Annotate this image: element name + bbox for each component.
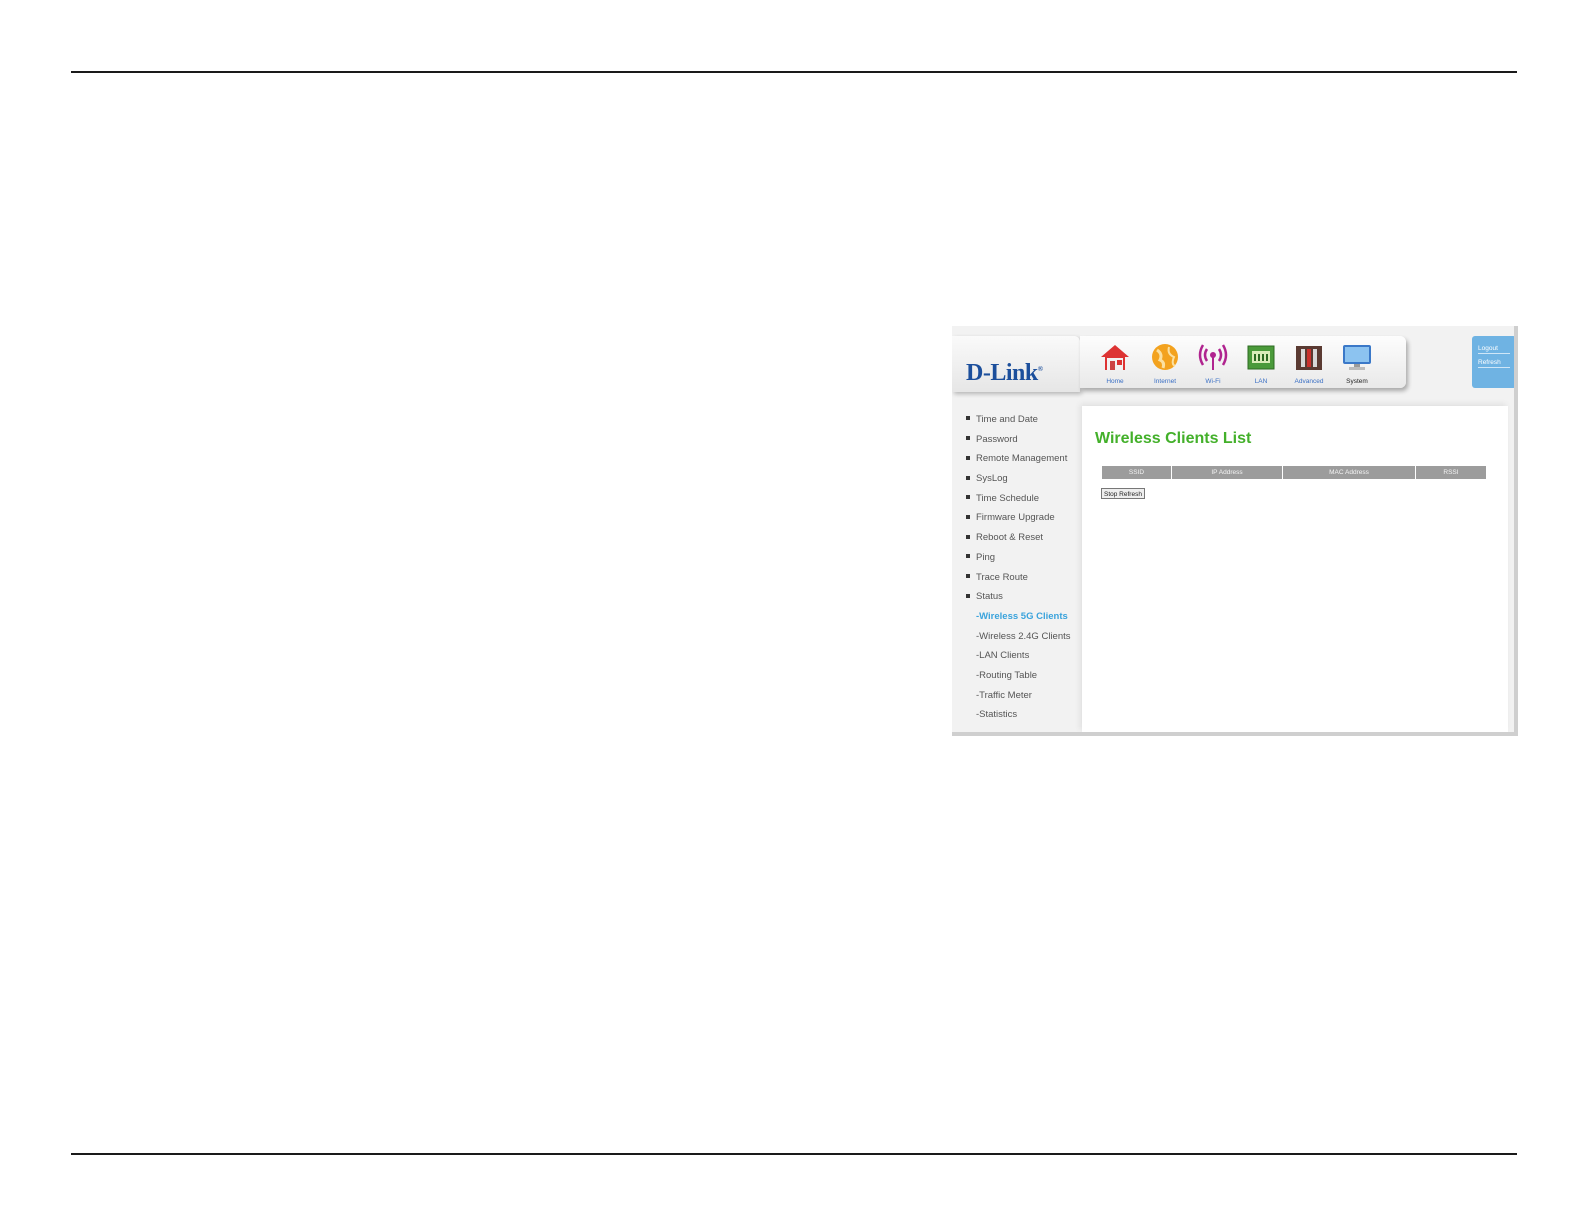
bullet-icon [966,514,970,519]
globe-icon [1152,344,1178,370]
column-header-mac-address: MAC Address [1283,466,1415,479]
bullet-icon [966,436,970,441]
top-nav-bar: Home Internet Wi-Fi LAN Advanced System [1080,336,1406,388]
nav-home[interactable]: Home [1092,342,1138,385]
dlink-logo: D-Link® [966,360,1043,386]
nav-wifi[interactable]: Wi-Fi [1190,342,1236,385]
bullet-icon [966,593,970,598]
logo-tab: D-Link® [952,336,1080,392]
clients-table-header: SSID IP Address MAC Address RSSI [1102,466,1487,479]
main-content: Wireless Clients List SSID IP Address MA… [1082,406,1508,732]
sidebar-item-syslog[interactable]: SysLog [966,469,1071,489]
column-header-ssid: SSID [1102,466,1171,479]
sidebar-item-remote-management[interactable]: Remote Management [966,449,1071,469]
sidebar-item-time-schedule[interactable]: Time Schedule [966,489,1071,509]
sidebar-item-password[interactable]: Password [966,430,1071,450]
bottom-rule [71,1153,1517,1155]
sidebar-menu: Time and Date Password Remote Management… [966,410,1071,725]
bullet-icon [966,475,970,480]
wifi-icon [1198,344,1228,370]
sidebar-subitem-wireless-24g-clients[interactable]: -Wireless 2.4G Clients [966,627,1071,647]
sidebar-item-trace-route[interactable]: Trace Route [966,568,1071,588]
tools-icon [1296,346,1322,370]
sidebar-subitem-routing-table[interactable]: -Routing Table [966,666,1071,686]
top-rule [71,71,1517,73]
monitor-icon [1343,345,1371,370]
refresh-link[interactable]: Refresh [1478,359,1510,368]
bullet-icon [966,416,970,421]
sidebar-subitem-wireless-5g-clients[interactable]: -Wireless 5G Clients [966,607,1071,627]
stop-refresh-button[interactable]: Stop Refresh [1101,488,1145,499]
nav-lan[interactable]: LAN [1238,342,1284,385]
sidebar-item-reboot-reset[interactable]: Reboot & Reset [966,528,1071,548]
bullet-icon [966,573,970,578]
lan-icon [1247,345,1275,370]
logout-link[interactable]: Logout [1478,345,1510,354]
bullet-icon [966,455,970,460]
bullet-icon [966,554,970,559]
sidebar-subitem-traffic-meter[interactable]: -Traffic Meter [966,686,1071,706]
nav-system[interactable]: System [1334,342,1380,385]
home-icon [1101,345,1129,370]
account-panel: Logout Refresh [1472,336,1514,388]
bullet-icon [966,495,970,500]
column-header-ip-address: IP Address [1172,466,1282,479]
sidebar-subitem-lan-clients[interactable]: -LAN Clients [966,646,1071,666]
nav-internet[interactable]: Internet [1142,342,1188,385]
sidebar-item-firmware-upgrade[interactable]: Firmware Upgrade [966,508,1071,528]
sidebar-item-time-and-date[interactable]: Time and Date [966,410,1071,430]
router-ui-screenshot: D-Link® Home Internet Wi-Fi LAN Advanced… [952,326,1518,736]
sidebar-item-status[interactable]: Status [966,587,1071,607]
column-header-rssi: RSSI [1416,466,1486,479]
bullet-icon [966,534,970,539]
nav-advanced[interactable]: Advanced [1286,342,1332,385]
page-title: Wireless Clients List [1095,430,1252,447]
sidebar-subitem-statistics[interactable]: -Statistics [966,705,1071,725]
sidebar-item-ping[interactable]: Ping [966,548,1071,568]
